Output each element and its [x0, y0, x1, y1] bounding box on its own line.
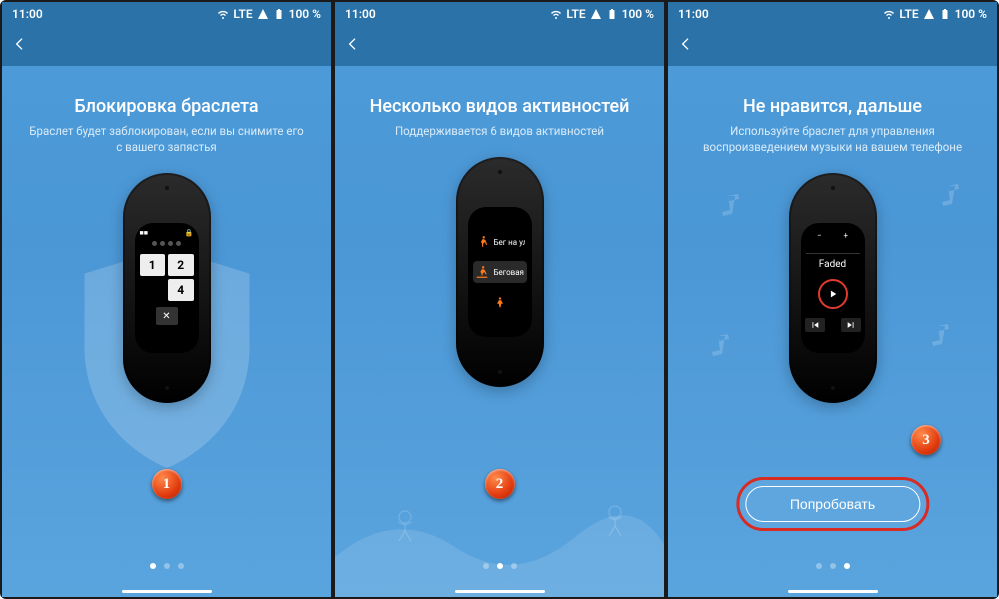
next-icon [841, 318, 861, 332]
keypad-4: 4 [168, 279, 194, 301]
track-name: Faded [806, 253, 860, 270]
lock-icon: 🔒 [185, 229, 194, 237]
back-icon[interactable] [345, 36, 361, 56]
band-mockup: − + Faded [789, 173, 877, 403]
clock: 11:00 [678, 7, 709, 21]
step-badge-2: 2 [485, 469, 515, 499]
prev-icon [805, 318, 825, 332]
dot [483, 563, 489, 569]
status-bar: 11:00 LTE 100 % [668, 2, 997, 26]
nav-bar [335, 26, 664, 66]
page-title: Несколько видов активностей [370, 96, 630, 117]
dot [497, 563, 503, 569]
treadmill-icon [475, 265, 489, 279]
battery-label: 100 % [289, 7, 321, 21]
page-title: Не нравится, дальше [743, 96, 922, 117]
dot [830, 563, 836, 569]
wifi-icon [217, 8, 229, 20]
status-bar: 11:00 LTE 100 % [335, 2, 664, 26]
play-icon [818, 279, 848, 309]
page-dots [150, 563, 184, 569]
onboarding-screen-1: 11:00 LTE 100 % Блокировка браслета Брас… [2, 2, 331, 597]
keypad-2: 2 [168, 254, 194, 276]
battery-label: 100 % [622, 7, 654, 21]
network-label: LTE [233, 7, 252, 21]
signal-icon [590, 8, 602, 20]
battery-label: 100 % [955, 7, 987, 21]
dot [178, 563, 184, 569]
page-subtitle: Поддерживается 6 видов активностей [385, 123, 614, 139]
keypad-1: 1 [140, 254, 166, 276]
step-badge-1: 1 [152, 469, 182, 499]
signal-icon [923, 8, 935, 20]
wifi-icon [883, 8, 895, 20]
nav-bar [668, 26, 997, 66]
clock: 11:00 [12, 7, 43, 21]
page-subtitle: Браслет будет заблокирован, если вы сним… [18, 123, 315, 155]
band-mockup: ■■🔒 1 2 4 ✕ [123, 173, 211, 403]
cta-highlight: Попробовать [736, 477, 929, 531]
status-bar: 11:00 LTE 100 % [2, 2, 331, 26]
home-indicator [122, 590, 212, 593]
dot [844, 563, 850, 569]
signal-icon [257, 8, 269, 20]
band-screen-keypad: ■■🔒 1 2 4 ✕ [135, 223, 199, 353]
back-icon[interactable] [12, 36, 28, 56]
dot [164, 563, 170, 569]
dot [816, 563, 822, 569]
activity-label: Беговая до [494, 268, 525, 277]
onboarding-screen-2: 11:00 LTE 100 % Несколько видов активнос… [335, 2, 664, 597]
wifi-icon [550, 8, 562, 20]
vol-down-icon: − [817, 231, 822, 240]
page-title: Блокировка браслета [74, 96, 258, 117]
network-label: LTE [566, 7, 585, 21]
clock: 11:00 [345, 7, 376, 21]
back-icon[interactable] [678, 36, 694, 56]
nav-bar [2, 26, 331, 66]
dot [511, 563, 517, 569]
onboarding-screen-3: 11:00 LTE 100 % Не нравится, дальше Испо… [668, 2, 997, 597]
battery-icon [606, 8, 618, 20]
band-mockup: Бег на ули Беговая до [456, 157, 544, 387]
battery-icon [939, 8, 951, 20]
home-indicator [455, 590, 545, 593]
band-screen-activities: Бег на ули Беговая до [468, 207, 532, 337]
battery-icon [273, 8, 285, 20]
network-label: LTE [899, 7, 918, 21]
activity-label: Бег на ули [494, 238, 525, 247]
vol-up-icon: + [844, 231, 849, 240]
page-dots [816, 563, 850, 569]
band-screen-music: − + Faded [801, 223, 865, 353]
hills-decor [335, 437, 664, 597]
step-badge-3: 3 [911, 425, 941, 455]
page-dots [483, 563, 517, 569]
run-icon [475, 235, 489, 249]
keypad-delete: ✕ [156, 307, 178, 325]
page-subtitle: Используйте браслет для управления воспр… [684, 123, 981, 155]
try-button[interactable]: Попробовать [745, 486, 920, 522]
dot [150, 563, 156, 569]
home-indicator [788, 590, 878, 593]
activity-icon [493, 295, 507, 309]
